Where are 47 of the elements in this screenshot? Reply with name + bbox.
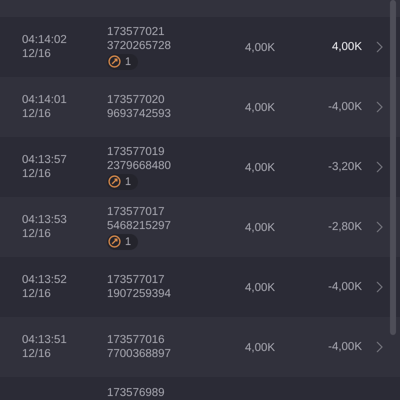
- id-text: 5468215297: [107, 218, 171, 232]
- result-text: -2,80K: [328, 220, 362, 234]
- id-text: 173577021: [107, 24, 165, 38]
- amount-text: 4,00K: [245, 162, 276, 174]
- chevron-right-icon[interactable]: [376, 341, 383, 353]
- id-text: 1907259394: [107, 287, 171, 301]
- chevron-right-icon[interactable]: [376, 221, 383, 233]
- amount-text: 4,00K: [245, 282, 276, 294]
- date-text: 12/16: [22, 287, 52, 301]
- amount-text: 4,00K: [245, 222, 276, 234]
- id-text: 9693742593: [107, 107, 171, 121]
- id-text: 173577016: [107, 333, 165, 347]
- date-text: 12/16: [22, 107, 52, 121]
- time-text: 04:13:57: [22, 153, 68, 167]
- id-text: 2379668480: [107, 158, 171, 172]
- chevron-right-icon[interactable]: [376, 41, 383, 53]
- count-badge: 1: [107, 174, 138, 190]
- date-text: 12/16: [22, 227, 52, 241]
- chevron-right-icon[interactable]: [376, 281, 383, 293]
- time-text: 04:14:01: [22, 93, 68, 107]
- time-text: 04:13:53: [22, 213, 68, 227]
- date-text: 12/16: [22, 47, 52, 61]
- time-text: 04:14:02: [22, 33, 68, 47]
- date-text: 12/16: [22, 167, 52, 181]
- result-text: -4,00K: [328, 100, 362, 114]
- date-text: 12/16: [22, 347, 52, 361]
- time-text: 04:13:51: [22, 333, 68, 347]
- amount-text: 4,00K: [245, 342, 276, 354]
- chevron-right-icon[interactable]: [376, 101, 383, 113]
- result-text: 4,00K: [332, 40, 362, 54]
- id-text: 173577020: [107, 93, 165, 107]
- scrollbar[interactable]: [390, 0, 396, 335]
- id-text: 173576989: [107, 386, 165, 400]
- chevron-right-icon[interactable]: [376, 161, 383, 173]
- id-text: 3720265728: [107, 38, 171, 52]
- id-text: 7700368897: [107, 347, 171, 361]
- result-text: -4,00K: [328, 340, 362, 354]
- id-text: 173577017: [107, 273, 165, 287]
- amount-text: 4,00K: [245, 102, 276, 114]
- id-text: 173577017: [107, 204, 165, 218]
- amount-text: 4,00K: [245, 42, 276, 54]
- count-badge: 1: [107, 234, 138, 250]
- count-badge: 1: [107, 54, 138, 70]
- result-text: -4,00K: [328, 280, 362, 294]
- time-text: 04:13:52: [22, 273, 68, 287]
- id-text: 173577019: [107, 144, 165, 158]
- result-text: -3,20K: [328, 160, 362, 174]
